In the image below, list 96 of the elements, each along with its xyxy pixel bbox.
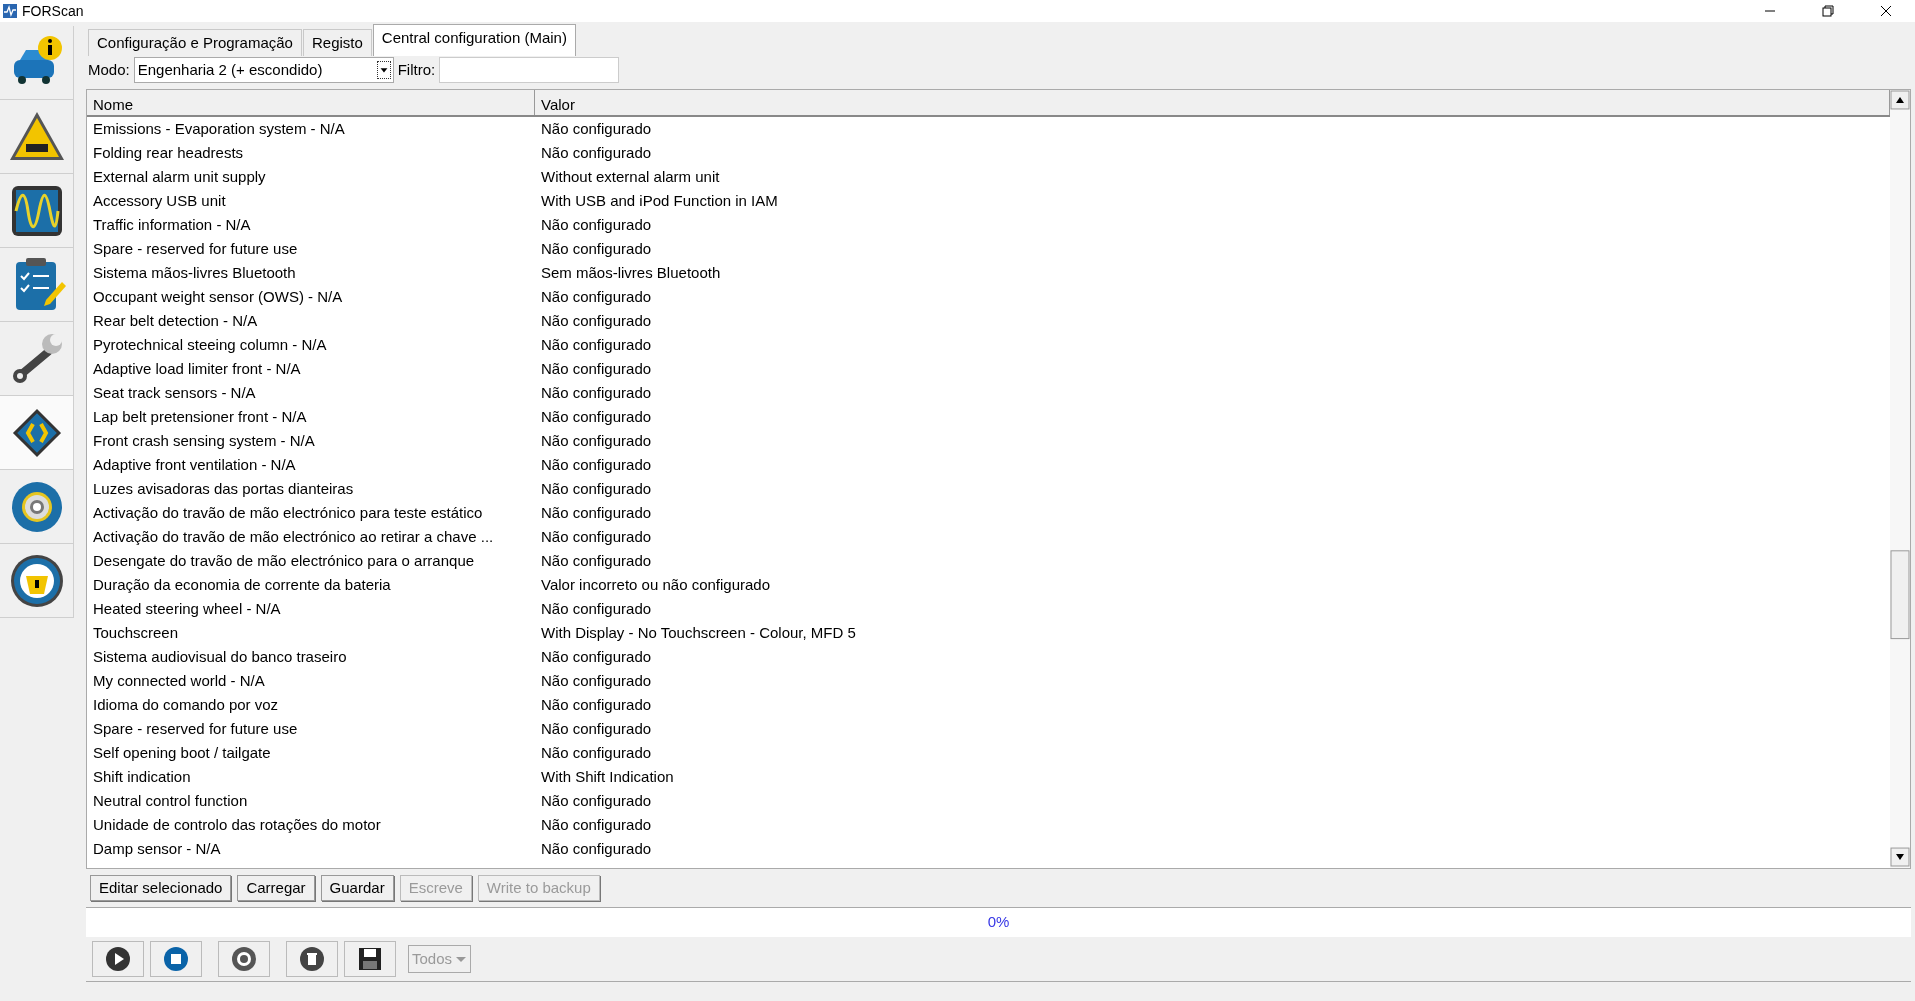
stop-icon [162, 945, 190, 973]
table-cell-text: Não configurado [540, 742, 653, 763]
table-cell-text: Não configurado [540, 118, 653, 139]
window-title: FORScan [22, 1, 84, 21]
table-cell-text: Luzes avisadoras das portas dianteiras [92, 478, 355, 499]
table-cell-text: Não configurado [540, 502, 653, 523]
table-cell-text: Spare - reserved for future use [92, 238, 299, 259]
table-cell-text: Não configurado [540, 334, 653, 355]
table-cell-text: Activação do travão de mão electrónico ao retirar a chave ... [92, 526, 495, 547]
table-cell-text: Accessory USB unit [92, 190, 227, 211]
table-cell-text: Unidade de controlo das rotações do motor [92, 814, 382, 835]
table-cell-text: Rear belt detection - N/A [92, 310, 259, 331]
table-cell-text: Não configurado [540, 478, 653, 499]
warning-triangle-button[interactable] [0, 100, 74, 174]
help-button[interactable] [218, 941, 270, 977]
scrollbar[interactable] [1890, 90, 1910, 868]
table-cell-text: Sistema audiovisual do banco traseiro [92, 646, 348, 667]
table-cell-text: Não configurado [540, 454, 653, 475]
table-cell-text: Não configurado [540, 238, 653, 259]
table-cell-text: Não configurado [540, 382, 653, 403]
table-cell-text: Não configurado [540, 142, 653, 163]
table-cell-text: Seat track sensors - N/A [92, 382, 257, 403]
table-cell-text: Activação do travão de mão electrónico para teste estático [92, 502, 484, 523]
play-icon [104, 945, 132, 973]
tab[interactable]: Registo [302, 29, 372, 56]
table-cell-text: Não configurado [540, 550, 653, 571]
table-cell-text: Self opening boot / tailgate [92, 742, 272, 763]
table-cell-text: Folding rear headrests [92, 142, 245, 163]
table-cell-text: Heated steering wheel - N/A [92, 598, 282, 619]
table-cell-text: Pyrotechnical steeing column - N/A [92, 334, 328, 355]
oscilloscope-button[interactable] [0, 174, 74, 248]
table-cell-text: Sem mãos-livres Bluetooth [540, 262, 722, 283]
action-button[interactable]: Carregar [237, 875, 315, 901]
table-cell-text: Não configurado [540, 406, 653, 427]
table-cell-text: Duração da economia de corrente da bateria [92, 574, 392, 595]
column-header: Nome [87, 90, 535, 115]
table-cell-text: Touchscreen [92, 622, 180, 643]
table-cell-text: Without external alarm unit [540, 166, 721, 187]
wrench-button[interactable] [0, 322, 74, 396]
table-cell-text: Não configurado [540, 838, 653, 859]
gear-button[interactable] [0, 470, 74, 544]
chip-button[interactable] [0, 396, 74, 470]
caret-icon [456, 956, 467, 962]
table-cell-text: With Shift Indication [540, 766, 675, 787]
table-cell-text: Occupant weight sensor (OWS) - N/A [92, 286, 344, 307]
table-cell-text: Não configurado [540, 526, 653, 547]
checklist-button[interactable] [0, 248, 74, 322]
save-button[interactable] [344, 941, 396, 977]
stop-button[interactable] [150, 941, 202, 977]
table-cell-text: Não configurado [540, 358, 653, 379]
trash-icon [298, 945, 326, 973]
progress-reading: 0% [987, 912, 1010, 933]
table-cell-text: Idioma do comando por voz [92, 694, 280, 715]
lifebuoy-icon [230, 945, 258, 973]
table-cell-text: Não configurado [540, 214, 653, 235]
filter-field[interactable] [439, 57, 620, 83]
table-cell-text: External alarm unit supply [92, 166, 267, 187]
table-cell-text: Não configurado [540, 310, 653, 331]
table-cell-text: Neutral control function [92, 790, 249, 811]
table-cell-text: Emissions - Evaporation system - N/A [92, 118, 346, 139]
table-cell-text: Não configurado [540, 718, 653, 739]
table-cell-text: Shift indication [92, 766, 192, 787]
table-cell-text: With USB and iPod Function in IAM [540, 190, 779, 211]
table-cell-text: Adaptive load limiter front - N/A [92, 358, 302, 379]
table-cell-text: Traffic information - N/A [92, 214, 252, 235]
floppy-icon [356, 945, 384, 973]
table-cell-text: Não configurado [540, 790, 653, 811]
table-cell-text: Damp sensor - N/A [92, 838, 222, 859]
tab[interactable]: Central configuration (Main) [372, 24, 576, 56]
table-cell-text: Não configurado [540, 430, 653, 451]
action-button[interactable]: Guardar [320, 875, 394, 901]
filter-label: Filtro: [397, 59, 436, 80]
table-cell-text: With Display - No Touchscreen - Colour, MFD 5 [540, 622, 857, 643]
table-cell-text: Sistema mãos-livres Bluetooth [92, 262, 297, 283]
mode-dropdown[interactable]: Engenharia 2 (+ escondido) [133, 57, 394, 83]
table-cell-text: Front crash sensing system - N/A [92, 430, 316, 451]
table-cell-text: Não configurado [540, 646, 653, 667]
table-cell-text: Não configurado [540, 598, 653, 619]
tab[interactable]: Configuração e Programação [88, 29, 302, 56]
delete-button[interactable] [286, 941, 338, 977]
table-cell-text: My connected world - N/A [92, 670, 266, 691]
table-cell-text: Não configurado [540, 286, 653, 307]
table-cell-text: Adaptive front ventilation - N/A [92, 454, 297, 475]
caret-icon [376, 61, 391, 79]
table-cell-text: Não configurado [540, 694, 653, 715]
car-info-button[interactable] [0, 26, 74, 100]
action-button[interactable]: Editar selecionado [90, 875, 232, 901]
steering-wheel-button[interactable] [0, 544, 74, 618]
mode-label: Modo: [88, 59, 130, 80]
table-cell-text: Não configurado [540, 814, 653, 835]
table-cell-text: Não configurado [540, 670, 653, 691]
table-cell-text: Valor incorreto ou não configurado [540, 574, 772, 595]
table-cell-text: Desengate do travão de mão electrónico para o arranque [92, 550, 476, 571]
table-cell-text: Lap belt pretensioner front - N/A [92, 406, 308, 427]
table-cell-text: Spare - reserved for future use [92, 718, 299, 739]
play-button[interactable] [92, 941, 144, 977]
